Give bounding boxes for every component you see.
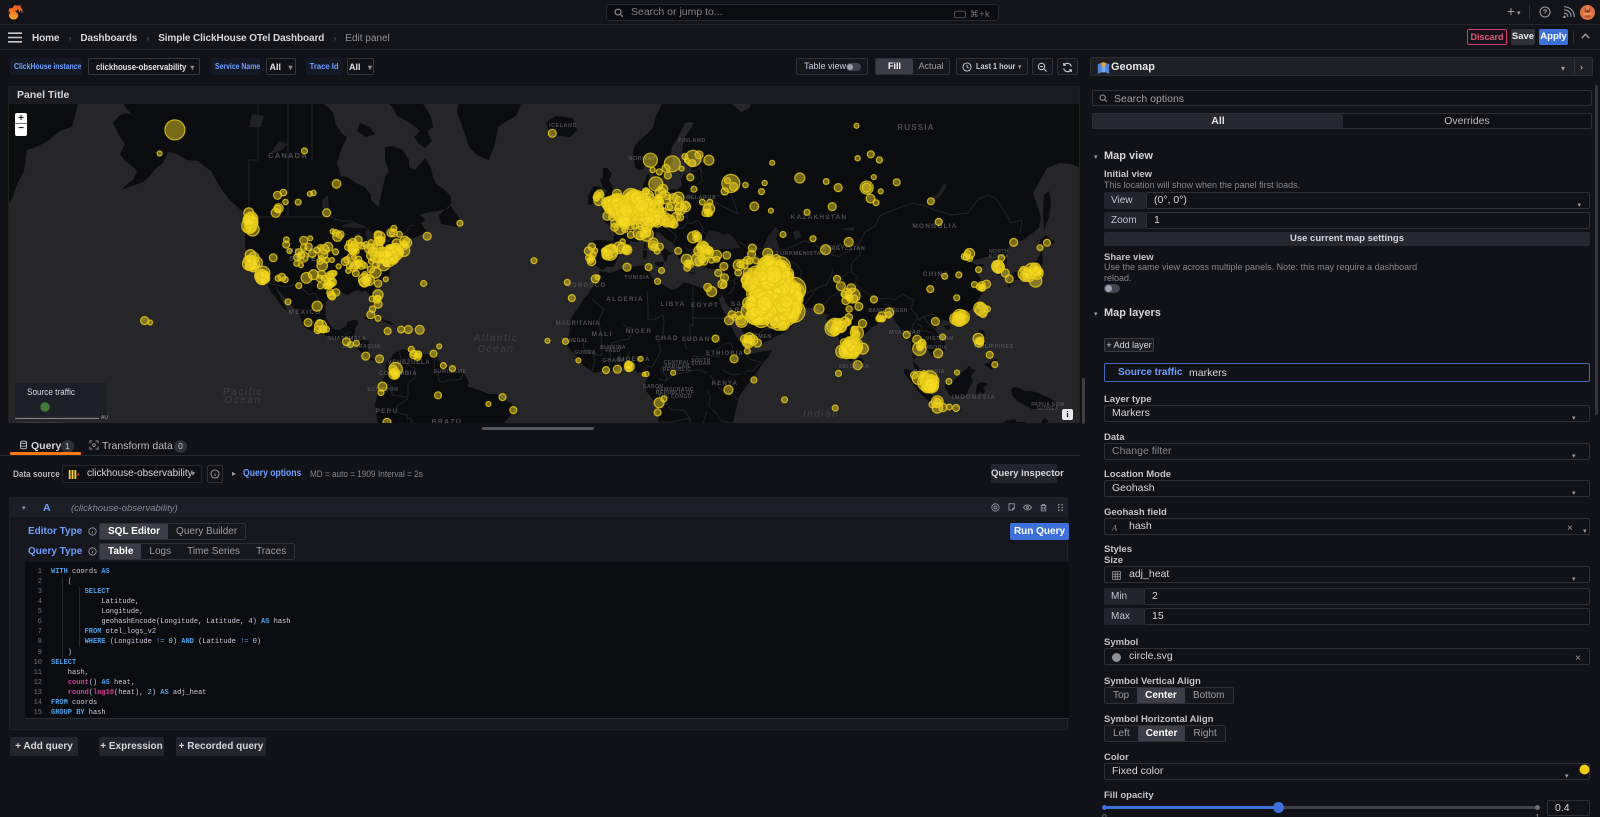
svg-text:NIGER: NIGER xyxy=(626,328,653,335)
svg-text:ETHIOPIA: ETHIOPIA xyxy=(706,351,744,357)
svg-text:ICELAND: ICELAND xyxy=(549,123,577,129)
svg-text:A: A xyxy=(1111,524,1118,533)
svg-text:Atlantic: Atlantic xyxy=(473,333,519,344)
svg-text:INDONESIA: INDONESIA xyxy=(952,395,996,401)
svg-text:Ocean: Ocean xyxy=(225,395,262,406)
svg-text:RUSSIA: RUSSIA xyxy=(897,123,934,132)
svg-text:NIGERIA: NIGERIA xyxy=(617,357,650,363)
svg-text:MAURITANIA: MAURITANIA xyxy=(556,321,601,327)
svg-text:FASO: FASO xyxy=(605,348,620,354)
svg-text:PERU: PERU xyxy=(376,408,399,415)
svg-text:REPUBLIC: REPUBLIC xyxy=(663,367,692,373)
svg-text:GABON: GABON xyxy=(643,384,664,390)
svg-text:KAZAKHSTAN: KAZAKHSTAN xyxy=(791,214,848,221)
svg-text:BRAZIL: BRAZIL xyxy=(432,419,465,423)
svg-text:TUNISIA: TUNISIA xyxy=(624,275,650,281)
svg-text:ALGERIA: ALGERIA xyxy=(606,296,644,303)
svg-text:FINLAND: FINLAND xyxy=(678,138,706,144)
svg-text:GUINEA: GUINEA xyxy=(1037,406,1059,412)
svg-text:MOROCCO: MOROCCO xyxy=(566,283,606,289)
svg-text:LIBYA: LIBYA xyxy=(661,301,686,308)
svg-text:MONGOLIA: MONGOLIA xyxy=(912,223,957,230)
svg-text:Ocean: Ocean xyxy=(478,344,515,355)
svg-text:SUDAN: SUDAN xyxy=(691,361,711,367)
svg-text:CHAD: CHAD xyxy=(655,335,679,342)
svg-text:GUINEA: GUINEA xyxy=(574,350,596,356)
svg-text:TURKMENISTAN: TURKMENISTAN xyxy=(776,251,826,257)
svg-text:EGYPT: EGYPT xyxy=(691,302,719,309)
svg-text:MALI: MALI xyxy=(592,331,613,338)
svg-text:SUDAN: SUDAN xyxy=(681,336,710,343)
